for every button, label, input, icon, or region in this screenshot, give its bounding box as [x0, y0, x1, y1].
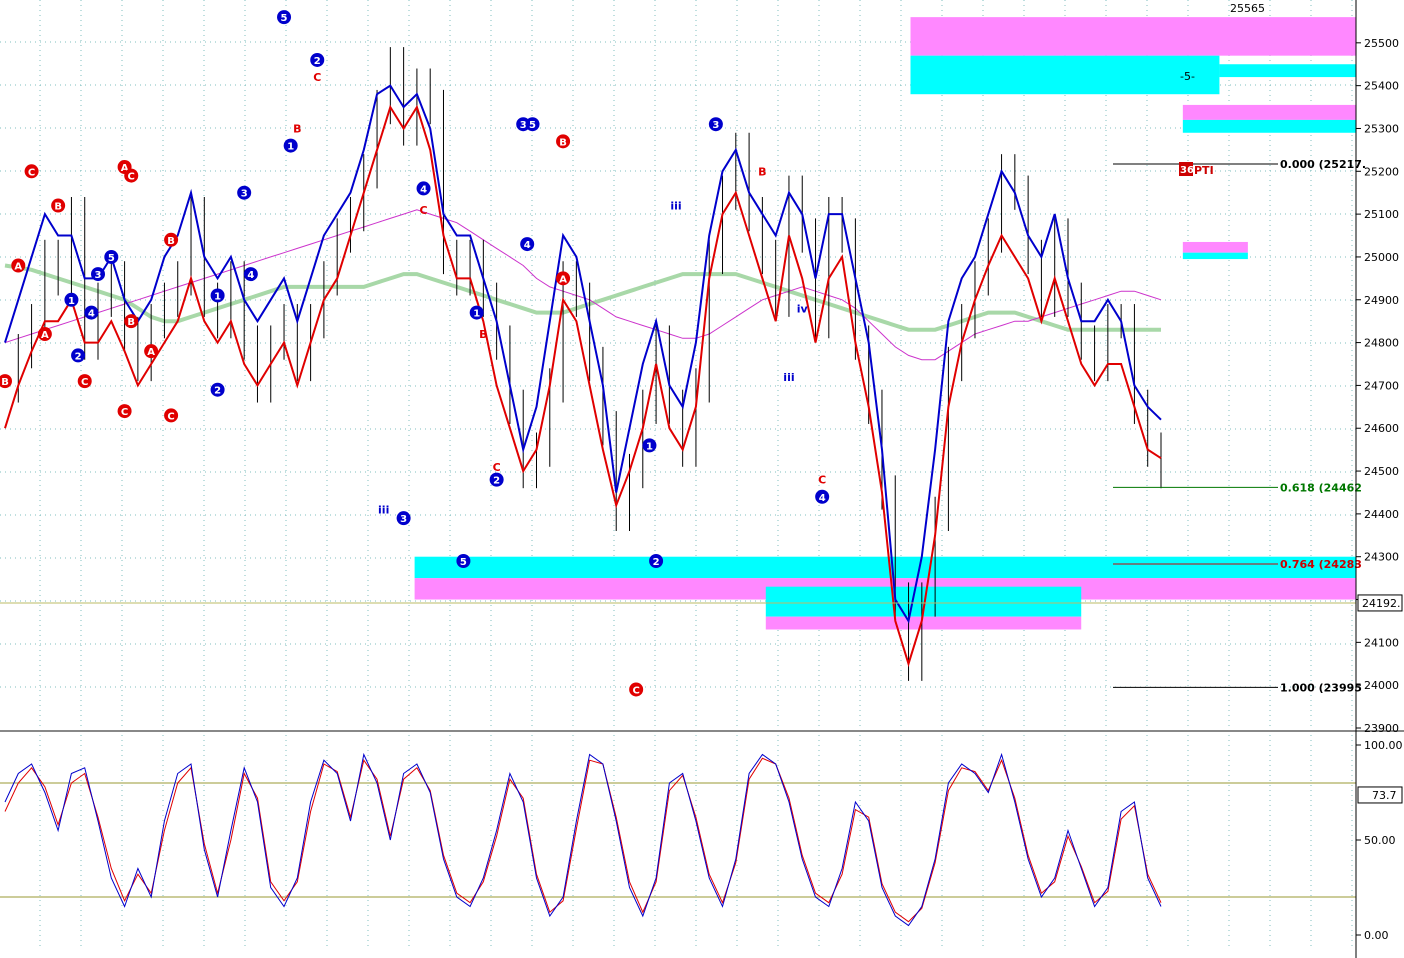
price-tick-label: 24600	[1364, 422, 1399, 435]
wave-marker-label: 5	[529, 120, 536, 131]
fib-label: 1.000 (23995	[1280, 681, 1362, 694]
price-tick-label: 24100	[1364, 636, 1399, 649]
fib-label: 0.764 (24283	[1280, 558, 1362, 571]
lower-zone-cyan	[414, 556, 1356, 579]
price-tick-label: 24000	[1364, 679, 1399, 692]
wave-marker-label: 5	[108, 253, 115, 264]
price-tick-label: 25300	[1364, 122, 1399, 135]
wave-marker-label: A	[14, 262, 22, 273]
price-tick-label: 25100	[1364, 208, 1399, 221]
oscillator-blue-line	[4, 752, 1162, 927]
wave-marker-label: 4	[88, 309, 95, 320]
pti-zone-magenta	[1182, 104, 1356, 120]
axes: 25500 25400 25300 25200 25100 25000 24900 24800…	[1355, 0, 1403, 958]
fib-label: 0.618 (24462	[1280, 481, 1362, 494]
wave-marker-label: 3	[95, 270, 102, 281]
osc-current-label: 73.7	[1372, 789, 1397, 802]
wave-label: C	[493, 461, 501, 474]
wave-marker-label: B	[54, 202, 62, 213]
wave-marker-label: C	[632, 685, 639, 696]
upper-zone-magenta	[910, 17, 1356, 56]
series	[4, 47, 1162, 927]
wave-label: B	[293, 122, 301, 135]
wave-marker-label: 3	[400, 514, 407, 525]
small-zone-magenta	[1182, 241, 1248, 253]
wave-marker-label: A	[147, 347, 155, 358]
wave-marker-label: 4	[524, 240, 531, 251]
price-tick-label: 24500	[1364, 465, 1399, 478]
price-tick-label: 24900	[1364, 294, 1399, 307]
price-tick-label: 24300	[1364, 551, 1399, 564]
fib-label: 0.000 (25217.	[1280, 158, 1366, 171]
wave-marker-label: C	[167, 411, 174, 422]
wave-marker-label: 3	[712, 120, 719, 131]
grid	[0, 0, 1404, 950]
wave-marker-label: 3	[241, 189, 248, 200]
wave-marker-label: 1	[68, 296, 75, 307]
pti-badge: 36	[1180, 165, 1194, 176]
wave-marker-label: 1	[214, 291, 221, 302]
wave-label: C	[313, 71, 321, 84]
wave-marker-label: 2	[314, 56, 321, 67]
lower-zone2-magenta	[765, 616, 1082, 630]
wave-marker-label: 2	[653, 557, 660, 568]
wave-label: C	[420, 204, 428, 217]
wave-marker-label: B	[127, 317, 135, 328]
pti-zone-cyan	[1182, 119, 1356, 133]
price-tick-label: 24700	[1364, 379, 1399, 392]
elliott-wave-chart: ACABBC35124ACCBBAC1234512CB34C51BC23 54BA…	[0, 0, 1404, 958]
osc-tick-label: 0.00	[1364, 929, 1389, 942]
upper-zone-cyan	[910, 55, 1220, 95]
wave-label: iii	[783, 371, 794, 384]
wave-label: iv	[797, 302, 809, 315]
osc-tick-label: 100.00	[1364, 739, 1403, 752]
top-price-label: 25565	[1230, 2, 1265, 15]
wave-label: B	[758, 165, 766, 178]
osc-tick-label: 50.00	[1364, 834, 1396, 847]
wave-marker-label: 1	[473, 309, 480, 320]
wave-label: C	[818, 474, 826, 487]
small-zone-cyan	[1182, 252, 1248, 260]
current-price-label: 24192.	[1362, 597, 1401, 610]
wave-marker-label: 4	[247, 270, 254, 281]
wave-label: B	[479, 328, 487, 341]
price-tick-label: 25500	[1364, 37, 1399, 50]
price-tick-label: 25000	[1364, 251, 1399, 264]
wave-marker-label: B	[1, 377, 9, 388]
wave-marker-label: C	[81, 377, 88, 388]
wave-marker-label: C	[28, 167, 35, 178]
chart-stage: ACABBC35124ACCBBAC1234512CB34C51BC2354BA…	[0, 0, 1404, 958]
pti-label: PTI	[1194, 164, 1214, 177]
wave-marker-label: 1	[646, 441, 653, 452]
wave-marker-label: 5	[460, 557, 467, 568]
price-tick-label: 25400	[1364, 80, 1399, 93]
wave-marker-label: 2	[493, 476, 500, 487]
wave-marker-label: A	[559, 274, 567, 285]
wave-marker-label: 2	[75, 351, 82, 362]
zone-label: -5-	[1180, 70, 1195, 83]
wave-marker-label: C	[128, 172, 135, 183]
price-tick-label: 24800	[1364, 337, 1399, 350]
price-tick-label: 23900	[1364, 722, 1399, 735]
wave-marker-label: C	[121, 407, 128, 418]
wave-marker-label: A	[41, 330, 49, 341]
wave-marker-label: 4	[819, 493, 826, 504]
wave-marker-label: 2	[214, 386, 221, 397]
wave-marker-label: B	[167, 236, 175, 247]
upper-zone-cyan-right	[1219, 64, 1356, 78]
price-tick-label: 25200	[1364, 165, 1399, 178]
wave-label: iii	[670, 200, 681, 213]
price-tick-label: 24400	[1364, 508, 1399, 521]
wave-label: iii	[378, 504, 389, 517]
wave-marker-label: 4	[420, 184, 427, 195]
wave-marker-label: B	[559, 137, 567, 148]
wave-marker-label: 1	[287, 142, 294, 153]
wave-marker-label: 5	[281, 13, 288, 24]
